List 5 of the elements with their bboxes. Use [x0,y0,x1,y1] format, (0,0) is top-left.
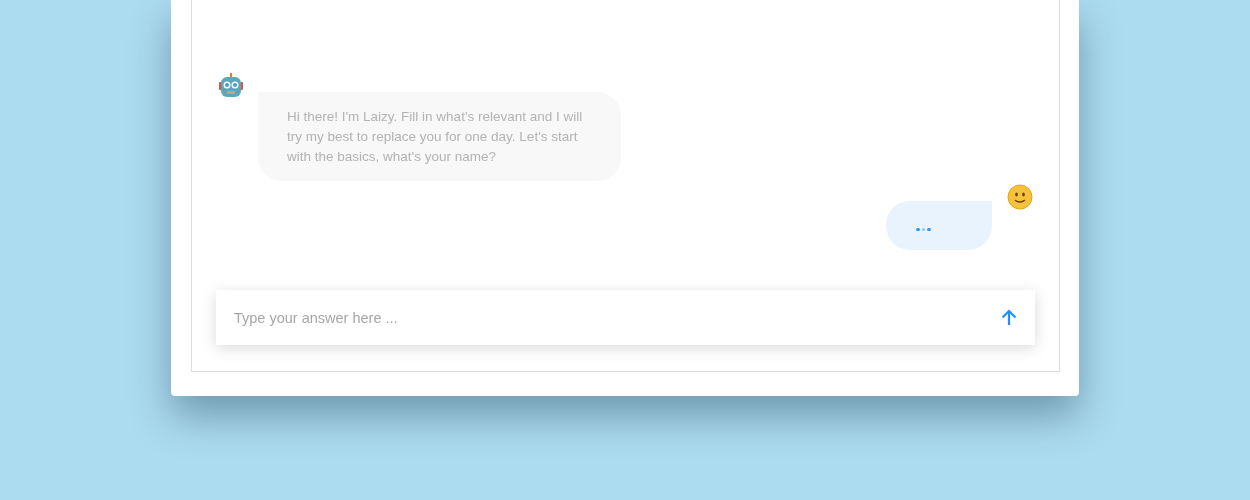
typing-dots-icon [916,227,931,232]
smiley-icon [1007,184,1033,210]
answer-field[interactable]: Type your answer here ... [216,290,1035,345]
robot-icon [218,73,244,99]
up-arrow-icon [999,308,1019,328]
